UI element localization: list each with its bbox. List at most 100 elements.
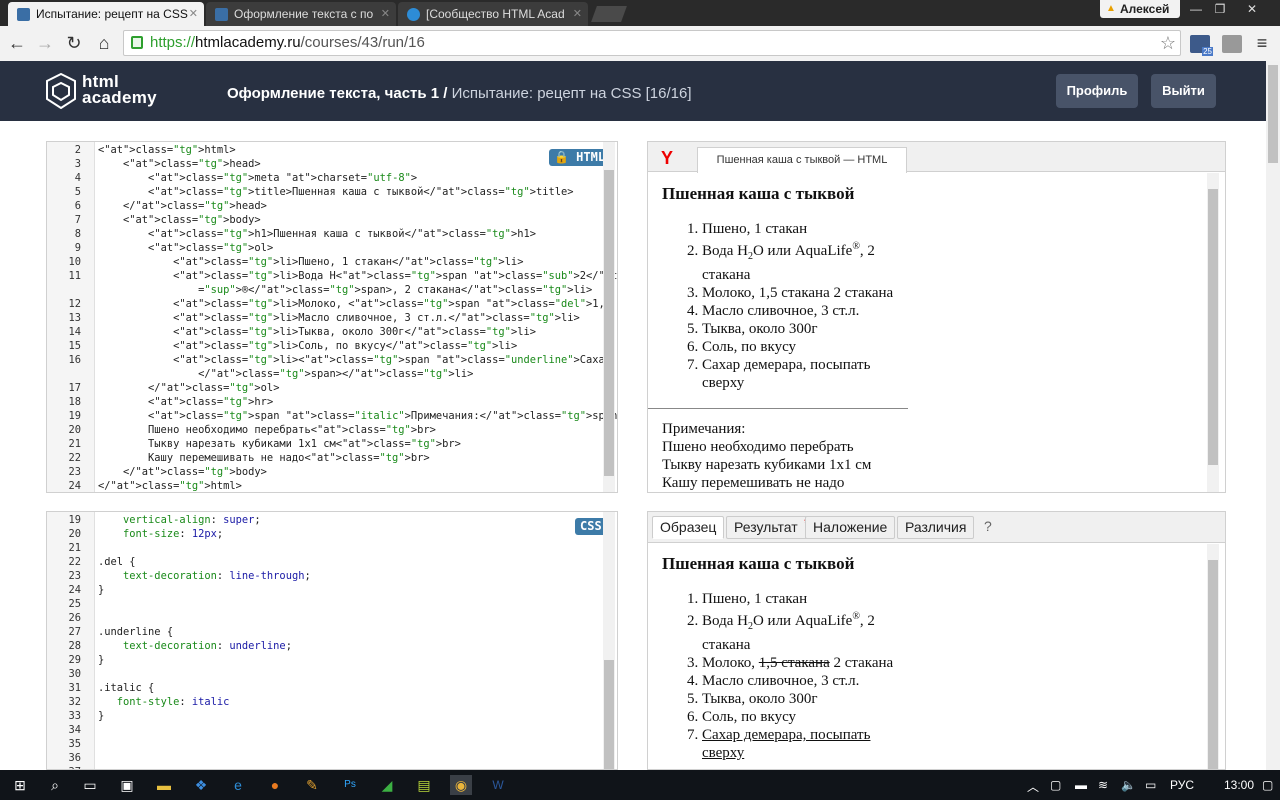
code-line[interactable]: <"at">class="tg">li>Тыква, около 300г</"… (98, 325, 536, 339)
user-profile-button[interactable]: Алексей (1100, 0, 1180, 18)
code-line[interactable]: <"at">class="tg">hr> (98, 395, 273, 409)
app-icon[interactable]: ◢ (377, 775, 397, 795)
scrollbar-thumb[interactable] (604, 660, 614, 769)
minimize-icon[interactable]: — (1184, 0, 1208, 18)
language-indicator[interactable]: РУС (1170, 778, 1194, 792)
back-icon[interactable]: ← (5, 30, 29, 56)
htmlacademy-logo-icon[interactable] (46, 73, 76, 109)
code-line[interactable]: Тыкву нарезать кубиками 1x1 см<"at">clas… (98, 437, 461, 451)
tab-sample[interactable]: Образец (652, 516, 725, 539)
code-line[interactable]: vertical-align: super; (98, 513, 261, 527)
logo-text[interactable]: html academy (82, 73, 157, 106)
code-line[interactable]: <"at">class="tg">li>Пшено, 1 стакан</"at… (98, 255, 523, 269)
code-line[interactable]: <"at">class="tg">head> (98, 157, 261, 171)
home-icon[interactable]: ⌂ (92, 30, 116, 56)
breadcrumb-course[interactable]: Оформление текста, часть 1 (227, 85, 439, 102)
dropbox-icon[interactable]: ❖ (191, 775, 211, 795)
firefox-icon[interactable]: ● (265, 775, 285, 795)
tab-3[interactable]: [Сообщество HTML Acad ✕ (398, 2, 588, 26)
code-line[interactable]: </"at">class="tg">span></"at">class="tg"… (98, 367, 473, 381)
photoshop-icon[interactable]: Ps (340, 775, 360, 795)
code-line[interactable]: </"at">class="tg">head> (98, 199, 267, 213)
code-line[interactable]: <"at">class="tg">title>Пшенная каша с ты… (98, 185, 573, 199)
new-tab-button[interactable] (591, 6, 627, 22)
code-line[interactable]: <"at">class="tg">ol> (98, 241, 273, 255)
store-icon[interactable]: ▣ (117, 775, 137, 795)
edge-icon[interactable]: e (228, 775, 248, 795)
app-tray-icon[interactable]: ▢ (1050, 778, 1061, 792)
code-line[interactable]: <"at">class="tg">li>Соль, по вкусу</"at"… (98, 339, 517, 353)
scrollbar-thumb[interactable] (604, 170, 614, 476)
scrollbar-thumb[interactable] (1208, 189, 1218, 465)
code-line[interactable]: text-decoration: underline; (98, 639, 292, 653)
star-icon[interactable]: ☆ (1160, 31, 1176, 55)
code-line[interactable]: .underline { (98, 625, 173, 639)
code-line[interactable]: <"at">class="tg">li>Вода H<"at">class="t… (98, 269, 617, 283)
forward-icon[interactable]: → (33, 30, 57, 56)
css-editor[interactable]: 19 vertical-align: super; 20 font-size: 1… (46, 511, 618, 770)
preview-scrollbar[interactable] (1207, 173, 1219, 492)
code-line[interactable]: <"at">class="tg">li>Масло сливочное, 3 с… (98, 311, 580, 325)
code-line[interactable]: </"at">class="tg">html> (98, 479, 242, 492)
code-line[interactable]: ="sup">®</"at">class="tg">span>, 2 стака… (98, 283, 592, 297)
code-line[interactable]: <"at">class="tg">meta "at">charset="utf-… (98, 171, 417, 185)
notes-icon[interactable]: ▤ (414, 775, 434, 795)
page-scrollbar[interactable] (1266, 61, 1280, 770)
volume-icon[interactable]: 🔈 (1121, 778, 1136, 792)
code-line[interactable]: <"at">class="tg">li>Молоко, <"at">class=… (98, 297, 617, 311)
preview-tab-title[interactable]: Пшенная каша с тыквой — HTML (697, 147, 907, 173)
code-line[interactable]: font-style: italic (98, 695, 230, 709)
code-line[interactable]: <"at">class="tg">body> (98, 213, 261, 227)
logout-button[interactable]: Выйти (1151, 74, 1216, 108)
tab-active[interactable]: Испытание: рецепт на CSS ✕ (8, 2, 204, 26)
code-line[interactable]: } (98, 653, 104, 667)
code-line[interactable]: Кашу перемешивать не надо<"at">class="tg… (98, 451, 430, 465)
restore-icon[interactable]: ❐ (1208, 0, 1232, 18)
start-icon[interactable]: ⊞ (10, 775, 30, 795)
close-icon[interactable]: ✕ (381, 2, 390, 26)
close-window-icon[interactable]: ✕ (1240, 0, 1264, 18)
profile-button[interactable]: Профиль (1056, 74, 1138, 108)
html-editor[interactable]: 2 <"at">class="tg">html> 3 <"at">class="tg… (46, 141, 618, 493)
result-scrollbar[interactable] (1207, 544, 1219, 769)
code-line[interactable]: } (98, 709, 104, 723)
clock[interactable]: 13:00 (1224, 778, 1254, 792)
tab-overlay[interactable]: Наложение (805, 516, 896, 539)
menu-icon[interactable]: ≡ (1250, 30, 1274, 56)
html-editor-scrollbar[interactable] (603, 142, 615, 492)
close-icon[interactable]: ✕ (573, 2, 582, 26)
app-icon[interactable]: ✎ (302, 775, 322, 795)
mail-icon[interactable]: 25 (1190, 35, 1213, 56)
tray-icon[interactable]: ▬ (1075, 778, 1087, 792)
code-line[interactable]: .del { (98, 555, 136, 569)
code-line[interactable]: font-size: 12px; (98, 527, 223, 541)
css-editor-scrollbar[interactable] (603, 512, 615, 769)
code-line[interactable]: <"at">class="tg">li><"at">class="tg">spa… (98, 353, 617, 367)
chevron-up-icon[interactable]: ︿ (1027, 778, 1039, 795)
wifi-icon[interactable]: ≋ (1098, 778, 1108, 792)
search-icon[interactable]: ⌕ (45, 775, 65, 795)
code-line[interactable]: .italic { (98, 681, 154, 695)
code-line[interactable]: <"at">class="tg">html> (98, 143, 236, 157)
code-line[interactable]: </"at">class="tg">body> (98, 465, 267, 479)
code-line[interactable]: } (98, 583, 104, 597)
task-view-icon[interactable]: ▭ (80, 775, 100, 795)
code-line[interactable]: </"at">class="tg">ol> (98, 381, 279, 395)
code-line[interactable]: <"at">class="tg">h1>Пшенная каша с тыкво… (98, 227, 536, 241)
folder-icon[interactable]: ▬ (154, 775, 174, 795)
help-button[interactable]: ? (977, 516, 999, 539)
code-line[interactable]: Пшено необходимо перебрать<"at">class="t… (98, 423, 436, 437)
reload-icon[interactable]: ↻ (62, 30, 86, 56)
notifications-icon[interactable]: ▢ (1262, 778, 1273, 792)
tab-diff[interactable]: Различия (897, 516, 975, 539)
extension-icon[interactable] (1222, 35, 1242, 53)
code-line[interactable]: text-decoration: line-through; (98, 569, 311, 583)
tab-result[interactable]: Результат* (726, 516, 811, 539)
chrome-icon[interactable]: ◉ (450, 775, 472, 795)
code-line[interactable]: <"at">class="tg">span "at">class="italic… (98, 409, 617, 423)
word-icon[interactable]: W (488, 775, 508, 795)
page-scrollbar-thumb[interactable] (1268, 65, 1278, 163)
close-icon[interactable]: ✕ (189, 2, 198, 26)
tab-2[interactable]: Оформление текста с по ✕ (206, 2, 396, 26)
message-icon[interactable]: ▭ (1145, 778, 1156, 792)
